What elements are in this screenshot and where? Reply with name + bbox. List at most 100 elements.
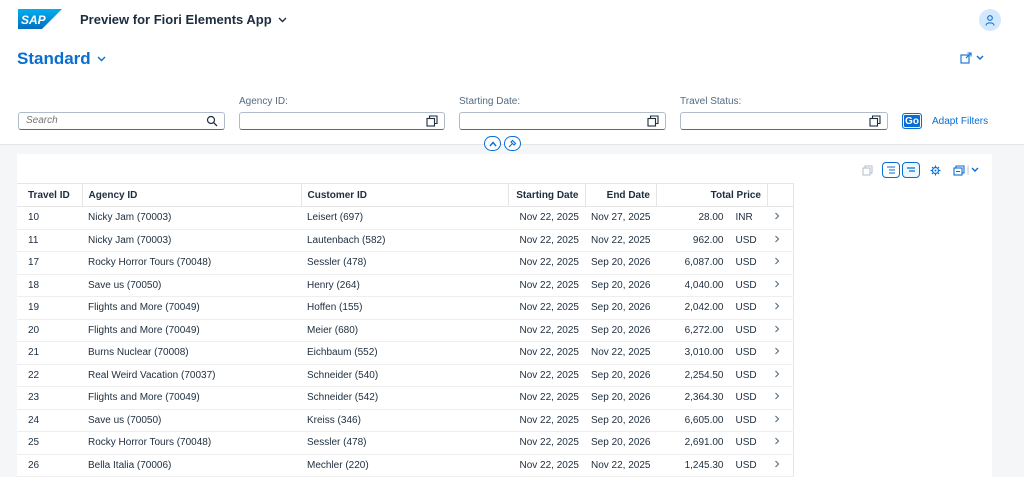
currency-cell: USD bbox=[729, 274, 768, 297]
travel-id-cell: 21 bbox=[17, 341, 82, 365]
search-icon[interactable] bbox=[206, 115, 218, 127]
travel-status-field[interactable] bbox=[680, 112, 888, 130]
end-date-cell: Sep 20, 2026 bbox=[585, 319, 657, 342]
column-header-end-date[interactable]: End Date bbox=[585, 183, 657, 207]
table-row[interactable]: 17 Rocky Horror Tours (70048) Sessler (478… bbox=[17, 251, 794, 275]
table-row[interactable]: 26 Bella Italia (70006) Mechler (220) Nov 2… bbox=[17, 454, 794, 477]
column-header-total-price[interactable]: Total Price bbox=[656, 183, 768, 207]
table-row[interactable]: 23 Flights and More (70049) Schneider (542… bbox=[17, 386, 794, 410]
table-header-row: Travel ID Agency ID Customer ID Starting… bbox=[17, 183, 794, 207]
column-header-travel-id[interactable]: Travel ID bbox=[17, 183, 83, 207]
value-help-icon[interactable] bbox=[426, 115, 438, 127]
customer-cell: Schneider (540) bbox=[301, 364, 508, 387]
customer-cell: Lautenbach (582) bbox=[301, 229, 508, 252]
customer-cell: Leisert (697) bbox=[301, 206, 508, 230]
collapse-header-button[interactable] bbox=[484, 136, 501, 151]
table-row[interactable]: 20 Flights and More (70049) Meier (680) Nov… bbox=[17, 319, 794, 342]
row-navigation[interactable] bbox=[767, 319, 794, 342]
agency-cell: Flights and More (70049) bbox=[82, 386, 301, 410]
row-navigation[interactable] bbox=[767, 274, 794, 297]
agency-cell: Rocky Horror Tours (70048) bbox=[82, 251, 301, 275]
column-header-customer-id[interactable]: Customer ID bbox=[301, 183, 509, 207]
starting-date-cell: Nov 22, 2025 bbox=[508, 274, 585, 297]
agency-cell: Flights and More (70049) bbox=[82, 319, 301, 342]
travel-id-cell: 19 bbox=[17, 296, 82, 320]
starting-date-cell: Nov 22, 2025 bbox=[508, 386, 585, 410]
currency-cell: USD bbox=[729, 409, 768, 432]
travel-table: Travel ID Agency ID Customer ID Starting… bbox=[17, 183, 794, 477]
go-button[interactable]: Go bbox=[902, 113, 922, 129]
share-button[interactable] bbox=[960, 52, 984, 64]
end-date-cell: Sep 20, 2026 bbox=[585, 364, 657, 387]
table-row[interactable]: 25 Rocky Horror Tours (70048) Sessler (478… bbox=[17, 431, 794, 455]
row-navigation[interactable] bbox=[767, 409, 794, 432]
table-row[interactable]: 11 Nicky Jam (70003) Lautenbach (582) Nov 2… bbox=[17, 229, 794, 252]
currency-cell: USD bbox=[729, 431, 768, 455]
sap-logo[interactable]: SAP bbox=[18, 9, 62, 29]
column-header-starting-date[interactable]: Starting Date bbox=[508, 183, 586, 207]
row-navigation[interactable] bbox=[767, 251, 794, 275]
user-avatar[interactable] bbox=[979, 9, 1001, 31]
row-navigation[interactable] bbox=[767, 386, 794, 410]
expand-rows-button[interactable] bbox=[882, 162, 900, 178]
travel-id-cell: 23 bbox=[17, 386, 82, 410]
table-row[interactable]: 19 Flights and More (70049) Hoffen (155) No… bbox=[17, 296, 794, 320]
row-navigation[interactable] bbox=[767, 229, 794, 252]
total-price-cell: 4,040.00 bbox=[656, 274, 730, 297]
end-date-cell: Nov 27, 2025 bbox=[585, 206, 657, 230]
search-input[interactable] bbox=[26, 115, 176, 126]
table-row[interactable]: 24 Save us (70050) Kreiss (346) Nov 22, 202… bbox=[17, 409, 794, 432]
customer-cell: Eichbaum (552) bbox=[301, 341, 508, 365]
total-price-cell: 2,364.30 bbox=[656, 386, 730, 410]
chevron-right-icon bbox=[774, 437, 779, 445]
end-date-cell: Nov 22, 2025 bbox=[585, 454, 657, 477]
condensed-rows-button[interactable] bbox=[902, 162, 920, 178]
currency-cell: USD bbox=[729, 386, 768, 410]
row-navigation[interactable] bbox=[767, 364, 794, 387]
table-row[interactable]: 18 Save us (70050) Henry (264) Nov 22, 2025… bbox=[17, 274, 794, 297]
customer-cell: Kreiss (346) bbox=[301, 409, 508, 432]
row-navigation[interactable] bbox=[767, 296, 794, 320]
variant-selector[interactable]: Standard bbox=[17, 49, 106, 69]
row-navigation[interactable] bbox=[767, 206, 794, 230]
starting-date-label: Starting Date: bbox=[459, 96, 521, 107]
value-help-icon[interactable] bbox=[647, 115, 659, 127]
chevron-right-icon bbox=[774, 392, 779, 400]
settings-button[interactable] bbox=[926, 162, 944, 178]
chevron-right-icon bbox=[774, 347, 779, 355]
starting-date-field[interactable] bbox=[459, 112, 666, 130]
total-price-cell: 6,087.00 bbox=[656, 251, 730, 275]
currency-cell: USD bbox=[729, 341, 768, 365]
value-help-icon[interactable] bbox=[869, 115, 881, 127]
travel-id-cell: 24 bbox=[17, 409, 82, 432]
copy-button[interactable] bbox=[858, 162, 876, 178]
app-title: Preview for Fiori Elements App bbox=[80, 12, 272, 27]
column-header-agency-id[interactable]: Agency ID bbox=[82, 183, 302, 207]
app-title-menu[interactable]: Preview for Fiori Elements App bbox=[80, 12, 287, 27]
chevron-right-icon bbox=[774, 325, 779, 333]
total-price-cell: 6,605.00 bbox=[656, 409, 730, 432]
travel-table-container: | Travel ID Agency ID Customer ID Starti… bbox=[17, 154, 992, 477]
row-navigation[interactable] bbox=[767, 454, 794, 477]
search-field[interactable] bbox=[18, 112, 225, 130]
table-row[interactable]: 10 Nicky Jam (70003) Leisert (697) Nov 22, … bbox=[17, 206, 794, 230]
export-button[interactable]: | bbox=[950, 162, 982, 178]
end-date-cell: Sep 20, 2026 bbox=[585, 251, 657, 275]
end-date-cell: Sep 20, 2026 bbox=[585, 409, 657, 432]
agency-cell: Save us (70050) bbox=[82, 409, 301, 432]
table-row[interactable]: 21 Burns Nuclear (70008) Eichbaum (552) Nov… bbox=[17, 341, 794, 365]
starting-date-cell: Nov 22, 2025 bbox=[508, 454, 585, 477]
adapt-filters-button[interactable]: Adapt Filters bbox=[932, 116, 988, 127]
end-date-cell: Sep 20, 2026 bbox=[585, 296, 657, 320]
row-navigation[interactable] bbox=[767, 431, 794, 455]
row-navigation[interactable] bbox=[767, 341, 794, 365]
chevron-right-icon bbox=[774, 415, 779, 423]
starting-date-cell: Nov 22, 2025 bbox=[508, 431, 585, 455]
table-row[interactable]: 22 Real Weird Vacation (70037) Schneider (… bbox=[17, 364, 794, 387]
agency-field[interactable] bbox=[239, 112, 445, 130]
condensed-icon bbox=[907, 167, 915, 172]
travel-id-cell: 10 bbox=[17, 206, 82, 230]
page-header: Standard Agency ID: Starting Date: Trave… bbox=[0, 40, 1024, 151]
pin-header-button[interactable] bbox=[504, 136, 521, 151]
chevron-right-icon bbox=[774, 370, 779, 378]
